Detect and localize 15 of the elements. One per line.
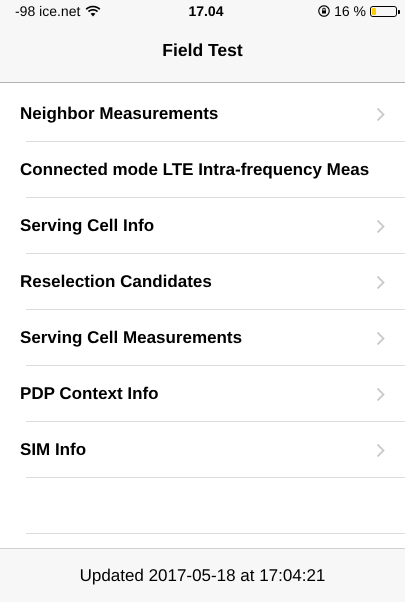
nav-title: Field Test bbox=[162, 40, 243, 60]
list-item[interactable]: Connected mode LTE Intra-frequency Meas bbox=[0, 142, 405, 198]
wifi-icon bbox=[85, 5, 102, 17]
list-item[interactable]: PDP Context Info bbox=[0, 366, 405, 422]
battery-icon bbox=[370, 6, 397, 16]
list-item[interactable]: Serving Cell Measurements bbox=[0, 310, 405, 366]
rotation-lock-icon bbox=[318, 5, 330, 17]
battery-percent: 16 % bbox=[334, 3, 366, 19]
list-item[interactable]: Reselection Candidates bbox=[0, 254, 405, 310]
list-item[interactable]: SIM Info bbox=[0, 422, 405, 478]
updated-text: Updated 2017-05-18 at 17:04:21 bbox=[80, 566, 326, 586]
carrier-text: -98 ice.net bbox=[15, 3, 80, 19]
list-item[interactable]: Neighbor Measurements bbox=[0, 83, 405, 142]
list-item[interactable]: Serving Cell Info bbox=[0, 198, 405, 254]
clock-text: 17.04 bbox=[188, 3, 224, 19]
